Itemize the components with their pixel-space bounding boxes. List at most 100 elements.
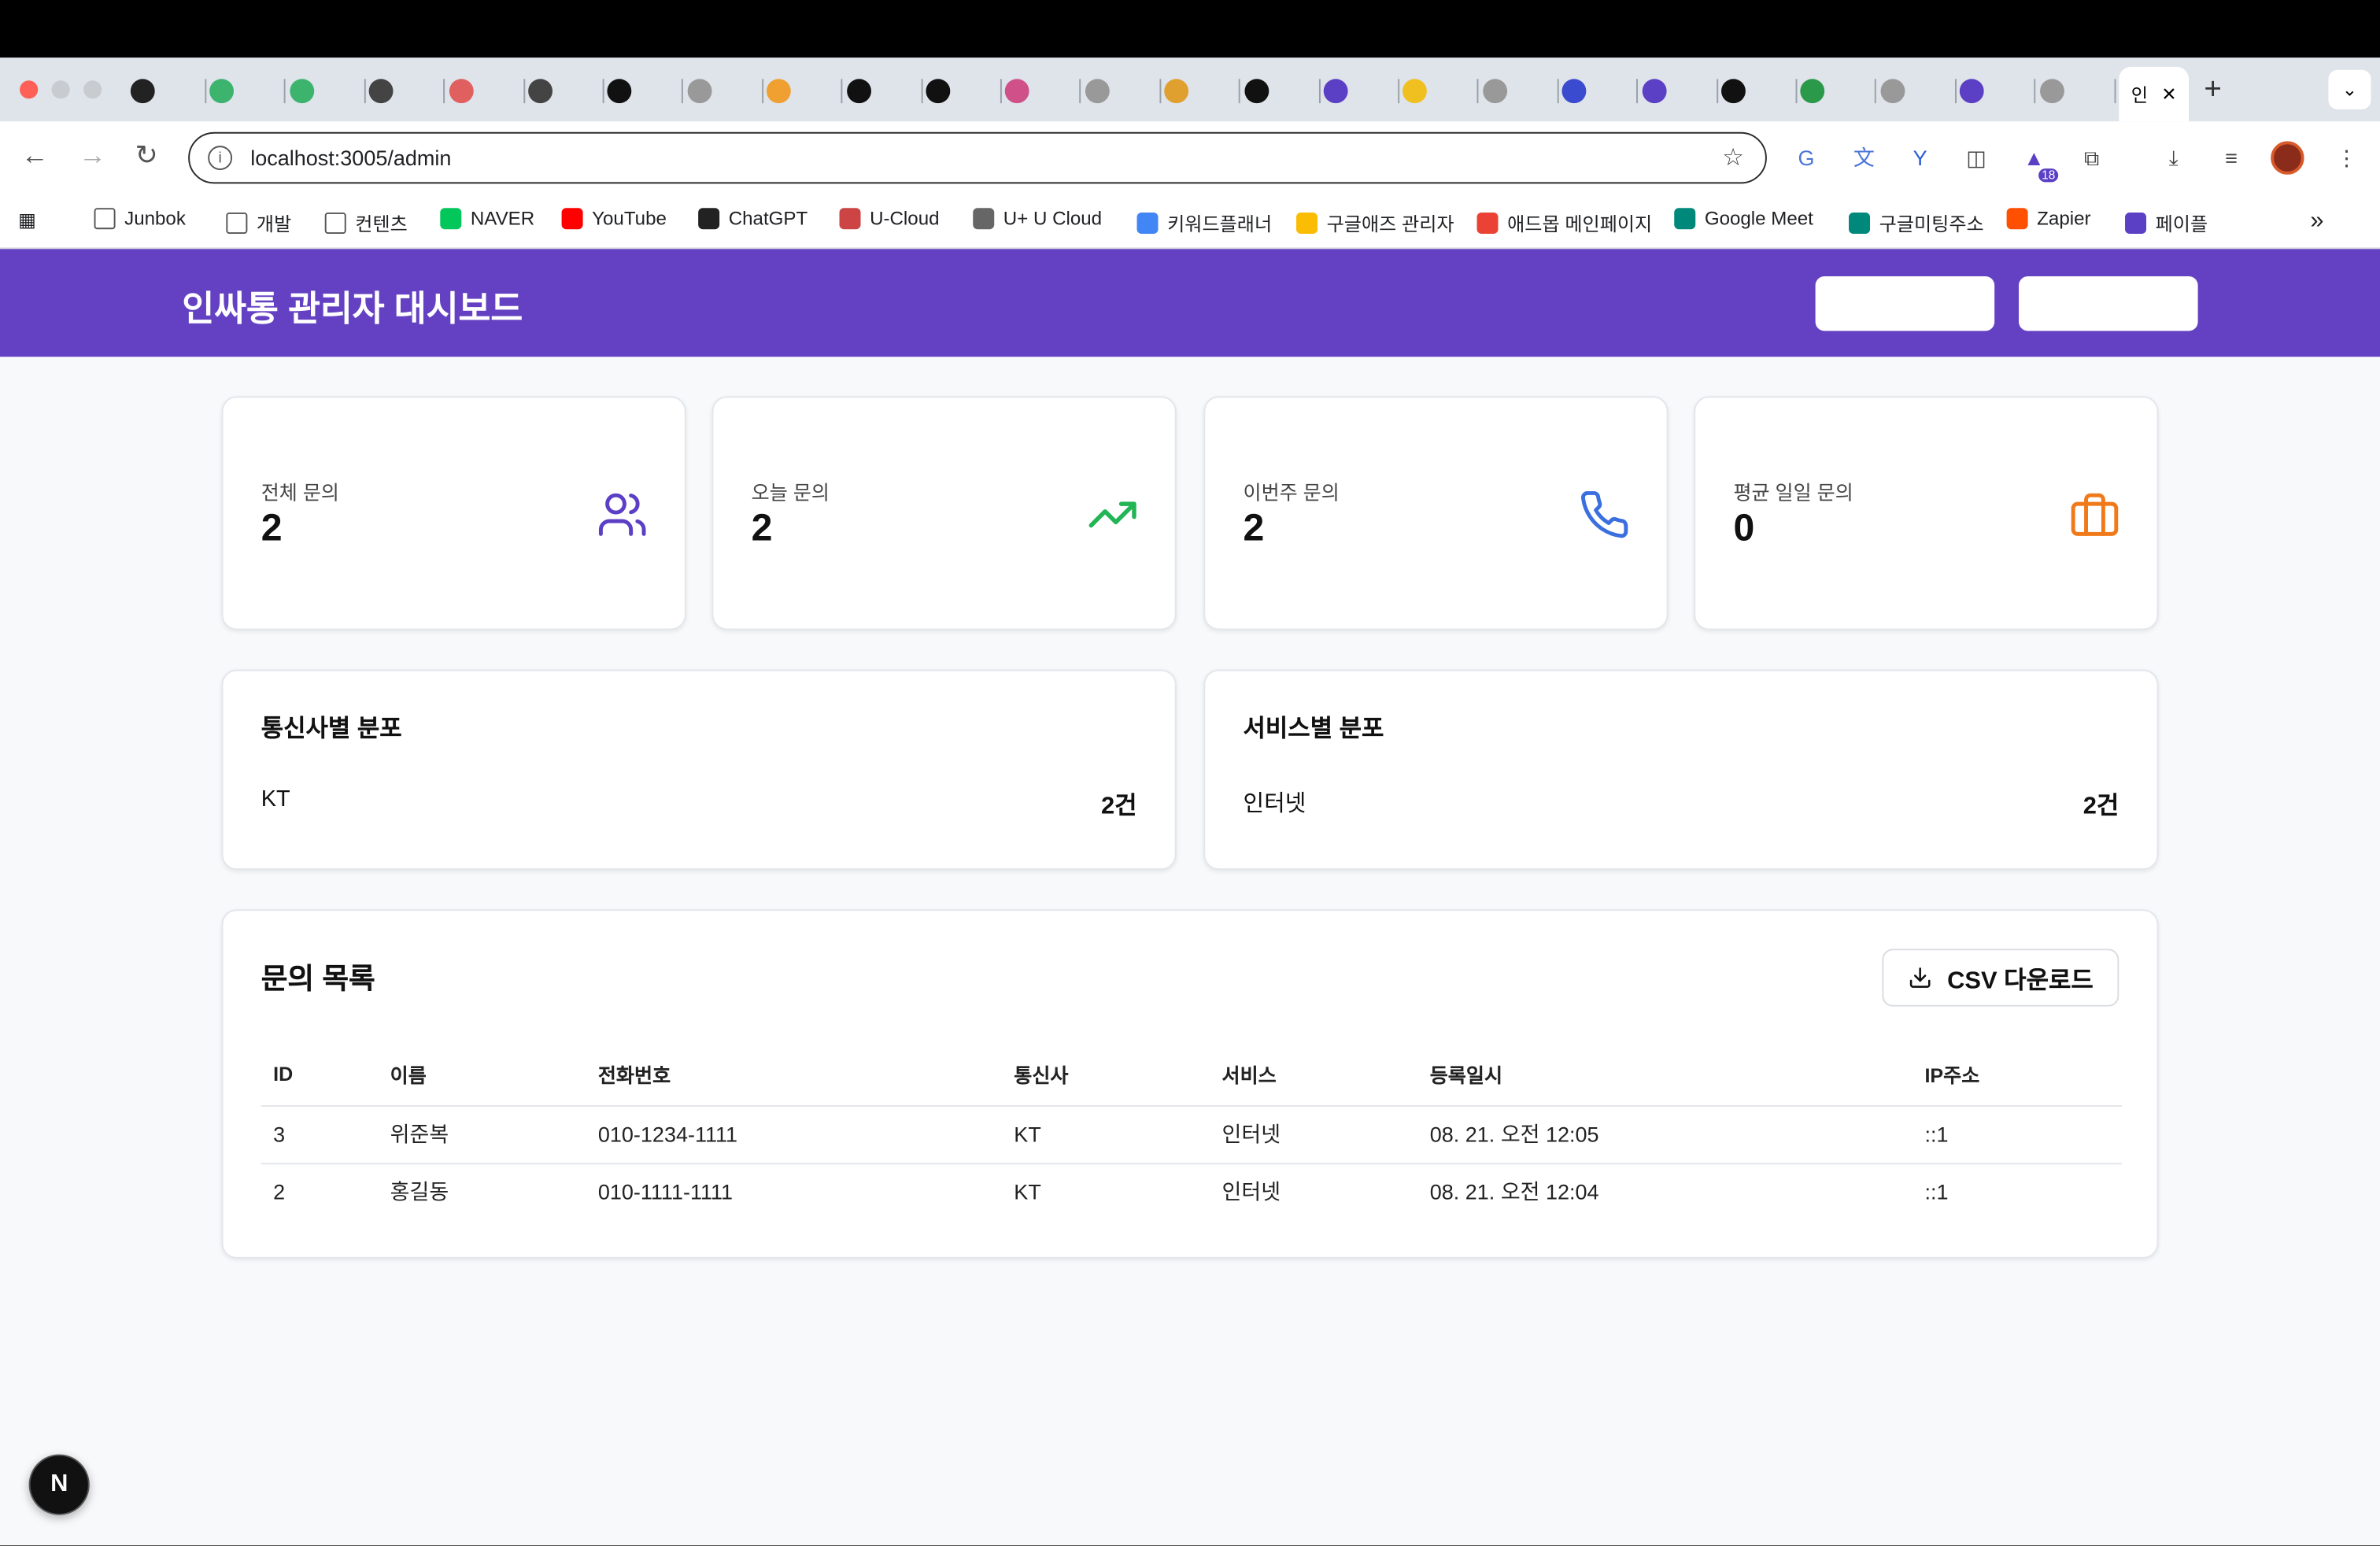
folder-icon xyxy=(94,208,116,230)
browser-tab[interactable] xyxy=(1164,73,1241,109)
bookmark-label: ChatGPT xyxy=(728,208,808,230)
menu-kebab-icon[interactable]: ⋮ xyxy=(2331,142,2362,173)
browser-tab[interactable] xyxy=(608,73,684,109)
tab-favicon-icon xyxy=(1641,79,1666,104)
phone-icon xyxy=(1581,491,1628,538)
graduation-extension-icon[interactable]: ▲ 18 xyxy=(2019,142,2059,183)
tab-favicon-icon xyxy=(130,79,155,104)
col-header-date: 등록일시 xyxy=(1417,1044,1913,1106)
apps-grid-icon[interactable]: ▦ xyxy=(18,208,36,231)
browser-tab[interactable] xyxy=(369,73,445,109)
bookmark-item[interactable]: Junbok xyxy=(94,208,186,230)
browser-tab[interactable] xyxy=(449,73,525,109)
bookmark-item[interactable]: U-Cloud xyxy=(839,208,940,230)
bookmark-item[interactable]: YouTube xyxy=(561,208,667,230)
bookmark-item[interactable]: 키워드플래너 xyxy=(1136,208,1272,237)
robot-extension-icon[interactable]: ◫ xyxy=(1961,142,1992,173)
download-icon xyxy=(1909,967,1931,988)
bookmark-star-icon[interactable]: ☆ xyxy=(1722,142,1744,173)
browser-tab[interactable] xyxy=(1402,73,1480,109)
cloud-icon xyxy=(973,208,995,230)
cell-carrier: KT xyxy=(1001,1105,1210,1164)
bookmark-item[interactable]: NAVER xyxy=(440,208,534,230)
browser-tab[interactable] xyxy=(1721,73,1798,109)
tab-favicon-icon xyxy=(528,79,553,104)
tab-separator xyxy=(2113,79,2116,104)
tab-favicon-icon xyxy=(1721,79,1746,104)
profile-avatar[interactable] xyxy=(2271,141,2304,175)
browser-tab[interactable] xyxy=(767,73,843,109)
browser-tab[interactable] xyxy=(1880,73,1957,109)
close-tab-icon[interactable]: ✕ xyxy=(2161,83,2176,105)
tab-separator xyxy=(1875,79,1877,104)
reload-icon[interactable]: ↻ xyxy=(135,139,158,172)
browser-tab[interactable] xyxy=(846,73,922,109)
tab-favicon-icon xyxy=(687,79,712,104)
table-row: 2 홍길동 010-1111-1111 KT 인터넷 08. 21. 오전 12… xyxy=(261,1163,2122,1220)
maximize-window-button[interactable] xyxy=(83,80,102,99)
bookmark-item[interactable]: ChatGPT xyxy=(698,208,808,230)
download-icon[interactable]: ⤓ xyxy=(2158,142,2189,173)
browser-tab[interactable] xyxy=(1323,73,1400,109)
tab-favicon-icon xyxy=(1880,79,1905,104)
close-window-button[interactable] xyxy=(20,80,39,99)
csv-download-button[interactable]: CSV 다운로드 xyxy=(1882,949,2119,1007)
browser-tab[interactable] xyxy=(1085,73,1161,109)
address-bar[interactable]: i localhost:3005/admin ☆ xyxy=(188,131,1767,184)
bookmark-item[interactable]: U+ U Cloud xyxy=(973,208,1102,230)
browser-tab[interactable] xyxy=(1482,73,1559,109)
minimize-window-button[interactable] xyxy=(51,80,70,99)
url-text[interactable]: localhost:3005/admin xyxy=(250,146,451,170)
extension-y-icon[interactable]: Y xyxy=(1905,142,1935,173)
browser-tab[interactable] xyxy=(1561,73,1639,109)
bookmark-label: Junbok xyxy=(124,208,186,230)
bookmark-item[interactable]: 구글애즈 관리자 xyxy=(1296,208,1454,237)
tab-search-button[interactable]: ⌄ xyxy=(2328,69,2371,109)
site-info-icon[interactable]: i xyxy=(208,146,233,171)
bookmark-item[interactable]: Google Meet xyxy=(1674,208,1813,230)
active-tab[interactable]: 인 ✕ xyxy=(2119,66,2190,122)
nextjs-dev-badge[interactable]: N xyxy=(28,1454,90,1515)
tab-separator xyxy=(1795,79,1798,104)
back-arrow-icon[interactable]: ← xyxy=(21,139,49,172)
bookmarks-overflow-button[interactable]: » xyxy=(2310,208,2323,235)
browser-tab[interactable] xyxy=(926,73,1002,109)
browser-tab[interactable] xyxy=(1960,73,2036,109)
bookmark-item[interactable]: 개발 xyxy=(226,208,291,237)
bookmark-item[interactable]: 컨텐츠 xyxy=(324,208,408,237)
stat-value: 2 xyxy=(751,507,773,550)
browser-tab[interactable] xyxy=(1641,73,1718,109)
browser-tab[interactable] xyxy=(130,73,207,109)
browser-tab[interactable] xyxy=(1005,73,1081,109)
extensions-puzzle-icon[interactable]: ⧉ xyxy=(2076,142,2107,173)
bookmark-item[interactable]: Zapier xyxy=(2006,208,2091,230)
new-tab-button[interactable]: + xyxy=(2204,73,2222,108)
bookmark-label: 개발 xyxy=(256,213,292,235)
tab-favicon-icon xyxy=(1323,79,1348,104)
stat-label: 평균 일일 문의 xyxy=(1733,481,1853,505)
bookmark-item[interactable]: 애드몹 메인페이지 xyxy=(1476,208,1652,237)
tab-separator xyxy=(1954,79,1957,104)
tab-favicon-icon xyxy=(1402,79,1428,104)
cell-date: 08. 21. 오전 12:05 xyxy=(1417,1105,1913,1164)
translate-icon[interactable]: 文 xyxy=(1849,142,1879,173)
table-row: 3 위준복 010-1234-1111 KT 인터넷 08. 21. 오전 12… xyxy=(261,1105,2123,1164)
cell-ip: ::1 xyxy=(1924,1180,1949,1204)
browser-tab[interactable] xyxy=(289,73,366,109)
header-button-2[interactable] xyxy=(2019,276,2198,331)
cell-service: 인터넷 xyxy=(1221,1180,1281,1204)
browser-tab[interactable] xyxy=(1801,73,1877,109)
google-translate-icon[interactable]: G xyxy=(1791,142,1822,173)
browser-tab[interactable] xyxy=(687,73,763,109)
browser-tab[interactable] xyxy=(209,73,286,109)
tab-favicon-icon xyxy=(2039,79,2064,104)
bookmark-item[interactable]: 페이플 xyxy=(2125,208,2208,237)
header-button-1[interactable] xyxy=(1815,276,1995,331)
media-control-icon[interactable]: ≡ xyxy=(2216,142,2247,173)
browser-tab[interactable] xyxy=(528,73,604,109)
tab-separator xyxy=(1477,79,1480,104)
browser-tab[interactable] xyxy=(1244,73,1321,109)
bookmark-item[interactable]: 구글미팅주소 xyxy=(1849,208,1984,237)
browser-tab[interactable] xyxy=(2039,73,2116,109)
forward-arrow-icon[interactable]: → xyxy=(79,139,106,172)
